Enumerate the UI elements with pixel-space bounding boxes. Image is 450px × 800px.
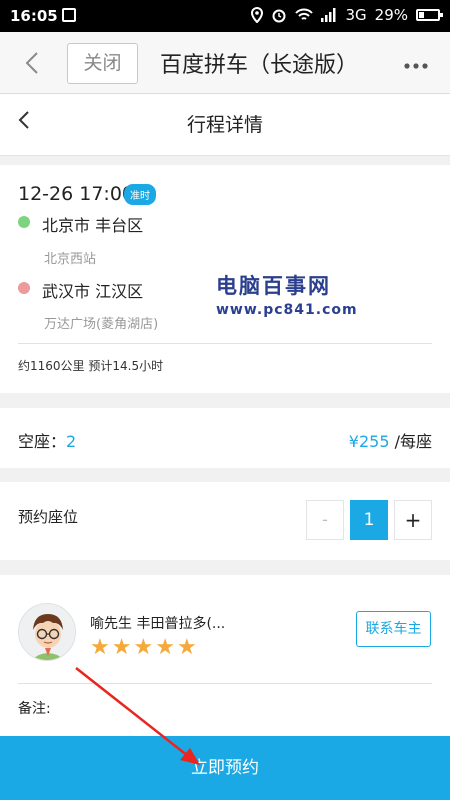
page-header: 行程详情 [0,94,450,156]
origin-dot-icon [18,216,30,228]
destination-detail: 万达广场(菱角湖店) [44,317,159,332]
seat-label: 空座：2 [18,428,76,452]
booking-card: 预约座位 - 1 + [0,482,450,560]
destination-city: 武汉市 江汉区 [42,282,144,301]
watermark: 电脑百事网 www.pc841.com [216,270,358,318]
seat-count: 2 [66,432,77,451]
more-dots-icon[interactable] [404,51,428,76]
trip-summary: 约1160公里 预计14.5小时 [18,359,164,373]
destination-dot-icon [18,282,30,294]
booking-label: 预约座位 [18,508,79,526]
price-amount: ¥255 [348,432,390,451]
trip-datetime: 12-26 17:00 [18,183,135,205]
chevron-left-icon[interactable] [20,50,46,76]
driver-name: 喻先生 丰田普拉多(... [90,616,226,632]
network-label: 3G [345,6,367,24]
contact-driver-button[interactable]: 联系车主 [356,611,431,647]
seat-info-card: 空座：2 ¥255 /每座 [0,408,450,468]
status-bar: 16:05 3G 29% [0,0,450,32]
alarm-icon [272,9,286,23]
note-label: 备注: [18,701,51,717]
star-icon: ★ [111,635,132,660]
status-icons: 3G 29% [251,6,443,24]
battery-icon [416,9,443,21]
origin-detail: 北京西站 [44,252,97,267]
decrement-button[interactable]: - [306,500,344,540]
browser-nav-bar: 关闭 百度拼车（长途版） [0,32,450,94]
star-icon: ★ [155,635,175,660]
battery-percent: 29% [374,6,408,24]
seat-price: ¥255 /每座 [349,428,432,452]
avatar [18,603,76,661]
star-icon: ★ [133,635,154,660]
increment-button[interactable]: + [394,500,432,540]
origin-city: 北京市 丰台区 [42,216,144,235]
close-button[interactable]: 关闭 [67,43,138,84]
star-icon: ★ [90,635,110,660]
price-unit: /每座 [389,432,432,451]
wifi-icon [295,8,314,20]
ontime-badge: 准时 [124,184,156,205]
seat-quantity-value[interactable]: 1 [350,500,388,540]
app-title: 百度拼车（长途版） [160,53,359,78]
watermark-title: 电脑百事网 [216,274,331,298]
book-now-button[interactable]: 立即预约 [0,736,450,800]
divider [18,683,432,684]
watermark-url: www.pc841.com [216,302,358,318]
divider [18,343,432,344]
driver-rating: ★ ★ ★ ★ ★ [90,637,197,659]
battery-fill [419,12,424,18]
star-icon: ★ [176,635,197,660]
status-time: 16:05 [10,7,58,25]
seat-label-text: 空座： [18,432,67,451]
screenshot-icon [62,8,76,22]
page-title: 行程详情 [186,114,263,136]
signal-icon [321,8,336,22]
location-icon [251,7,264,23]
seat-quantity-stepper: - 1 + [306,500,432,540]
